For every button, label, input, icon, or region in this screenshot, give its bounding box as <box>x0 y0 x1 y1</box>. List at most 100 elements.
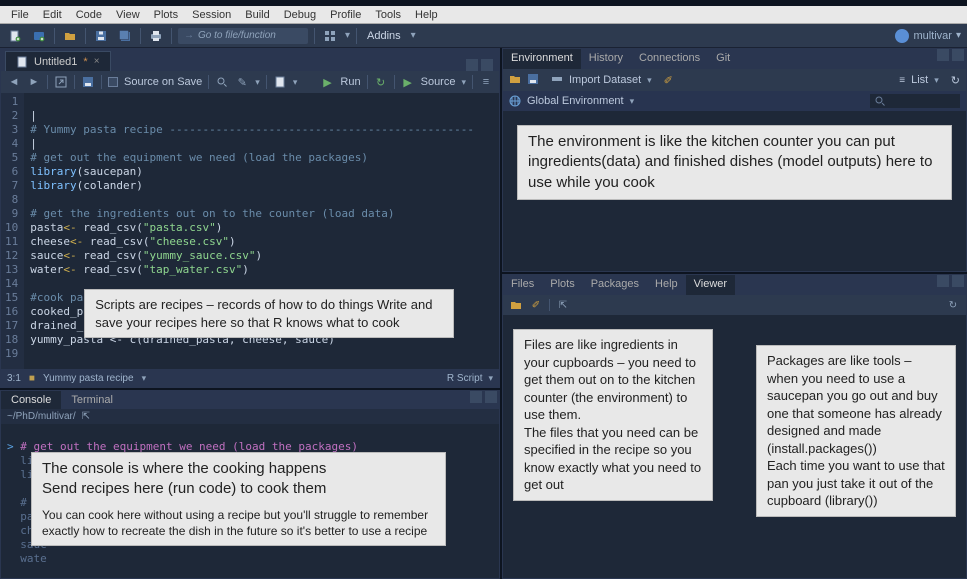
code-area[interactable]: | # Yummy pasta recipe -----------------… <box>24 93 480 369</box>
tab-environment[interactable]: Environment <box>503 49 581 69</box>
tab-terminal[interactable]: Terminal <box>61 391 123 409</box>
source-statusbar: 3:1 ■ Yummy pasta recipe ▾ R Script ▾ <box>1 369 499 387</box>
load-workspace-icon[interactable] <box>509 73 521 88</box>
username[interactable]: multivar <box>913 30 952 42</box>
goto-file-input[interactable]: → Go to file/function <box>178 28 308 44</box>
menu-help[interactable]: Help <box>408 7 445 23</box>
clear-viewer-icon[interactable]: ✐ <box>529 298 543 312</box>
minimize-icon[interactable] <box>466 59 478 71</box>
minimize-icon[interactable] <box>937 49 949 61</box>
notebook-icon[interactable] <box>273 75 287 89</box>
print-icon[interactable] <box>147 27 165 45</box>
refresh-icon[interactable]: ↻ <box>951 74 960 87</box>
toolbar-separator <box>356 28 357 44</box>
minimize-icon[interactable] <box>470 391 482 403</box>
menu-file[interactable]: File <box>4 7 36 23</box>
clear-icon[interactable]: ✐ <box>664 74 673 87</box>
files-tabstrip: Files Plots Packages Help Viewer <box>503 275 966 295</box>
menu-debug[interactable]: Debug <box>277 7 323 23</box>
refresh-icon[interactable]: ↻ <box>946 298 960 312</box>
tab-files[interactable]: Files <box>503 275 542 295</box>
console-pane: Console Terminal ~/PhD/multivar/ ⇱ > # g… <box>0 390 500 579</box>
source-tab[interactable]: Untitled1* × <box>5 51 111 71</box>
tab-packages[interactable]: Packages <box>583 275 647 295</box>
toolbar-separator <box>54 28 55 44</box>
menu-edit[interactable]: Edit <box>36 7 69 23</box>
source-play-icon[interactable]: ▶ <box>401 75 415 89</box>
run-button[interactable]: Run <box>340 76 360 88</box>
annotation-environment: The environment is like the kitchen coun… <box>517 125 952 200</box>
goto-placeholder: Go to file/function <box>198 30 276 41</box>
import-dataset-button[interactable]: Import Dataset <box>569 74 641 86</box>
menu-profile[interactable]: Profile <box>323 7 368 23</box>
save-workspace-icon[interactable] <box>527 73 539 88</box>
environment-pane: Environment History Connections Git <box>502 48 967 272</box>
tab-history[interactable]: History <box>581 49 631 69</box>
toolbar-separator <box>140 28 141 44</box>
new-file-icon[interactable] <box>6 27 24 45</box>
source-button[interactable]: Source <box>421 76 456 88</box>
save-icon[interactable] <box>92 27 110 45</box>
unsaved-indicator: * <box>83 56 87 68</box>
popout-icon[interactable]: ⇱ <box>556 298 570 312</box>
env-search-input[interactable] <box>870 94 960 108</box>
env-scope-bar: Global Environment ▾ <box>503 91 966 111</box>
annotation-scripts: Scripts are recipes – records of how to … <box>84 289 454 338</box>
tab-viewer[interactable]: Viewer <box>686 275 735 295</box>
source-on-save-checkbox[interactable] <box>108 77 118 87</box>
popout-icon[interactable]: ⇱ <box>82 411 90 422</box>
folder-icon[interactable] <box>509 298 523 312</box>
back-arrow-icon[interactable]: ◄ <box>7 75 21 89</box>
section-name[interactable]: Yummy pasta recipe <box>43 373 134 384</box>
menu-view[interactable]: View <box>109 7 147 23</box>
console-tabstrip: Console Terminal <box>1 391 499 409</box>
grid-icon[interactable] <box>321 27 339 45</box>
user-avatar-icon[interactable] <box>895 29 909 43</box>
menu-build[interactable]: Build <box>238 7 276 23</box>
outline-icon[interactable]: ≡ <box>479 75 493 89</box>
open-file-icon[interactable] <box>61 27 79 45</box>
new-project-icon[interactable] <box>30 27 48 45</box>
run-icon[interactable]: ▶ <box>320 75 334 89</box>
maximize-icon[interactable] <box>481 59 493 71</box>
tab-help[interactable]: Help <box>647 275 686 295</box>
addins-button[interactable]: Addins <box>363 30 405 42</box>
toolbar-separator <box>314 28 315 44</box>
save-icon[interactable] <box>81 75 95 89</box>
language-label[interactable]: R Script <box>447 373 483 384</box>
maximize-icon[interactable] <box>952 49 964 61</box>
document-icon <box>16 56 28 68</box>
list-view-button[interactable]: List <box>911 74 928 86</box>
show-in-new-window-icon[interactable] <box>54 75 68 89</box>
wand-icon[interactable]: ✎ <box>235 75 249 89</box>
tab-console[interactable]: Console <box>1 391 61 409</box>
toolbar-separator <box>171 28 172 44</box>
line-number-gutter: 1 2 3 4 5 6 7 8 9 10 11 12 13 14 15 16 1… <box>1 93 24 369</box>
code-editor[interactable]: 1 2 3 4 5 6 7 8 9 10 11 12 13 14 15 16 1… <box>1 93 499 369</box>
source-pane: Untitled1* × ◄ ► <box>0 48 500 388</box>
close-tab-icon[interactable]: × <box>94 56 100 67</box>
search-icon <box>874 95 886 107</box>
scope-label[interactable]: Global Environment <box>527 95 624 107</box>
find-icon[interactable] <box>215 75 229 89</box>
maximize-icon[interactable] <box>485 391 497 403</box>
tab-git[interactable]: Git <box>708 49 738 69</box>
menu-plots[interactable]: Plots <box>147 7 185 23</box>
minimize-icon[interactable] <box>937 275 949 287</box>
tab-connections[interactable]: Connections <box>631 49 708 69</box>
console-body[interactable]: > # get out the equipment we need (load … <box>1 424 499 579</box>
viewer-content: Files are like ingredients in your cupbo… <box>503 315 966 578</box>
import-icon[interactable] <box>551 73 563 88</box>
maximize-icon[interactable] <box>952 275 964 287</box>
forward-arrow-icon[interactable]: ► <box>27 75 41 89</box>
rerun-icon[interactable]: ↻ <box>374 75 388 89</box>
menu-tools[interactable]: Tools <box>368 7 408 23</box>
tab-plots[interactable]: Plots <box>542 275 582 295</box>
console-path-bar: ~/PhD/multivar/ ⇱ <box>1 409 499 424</box>
save-all-icon[interactable] <box>116 27 134 45</box>
menu-code[interactable]: Code <box>69 7 109 23</box>
viewer-toolbar: ✐ ⇱ ↻ <box>503 295 966 315</box>
files-pane: Files Plots Packages Help Viewer ✐ ⇱ <box>502 274 967 579</box>
annotation-console: The console is where the cooking happens… <box>31 452 446 546</box>
menu-session[interactable]: Session <box>185 7 238 23</box>
